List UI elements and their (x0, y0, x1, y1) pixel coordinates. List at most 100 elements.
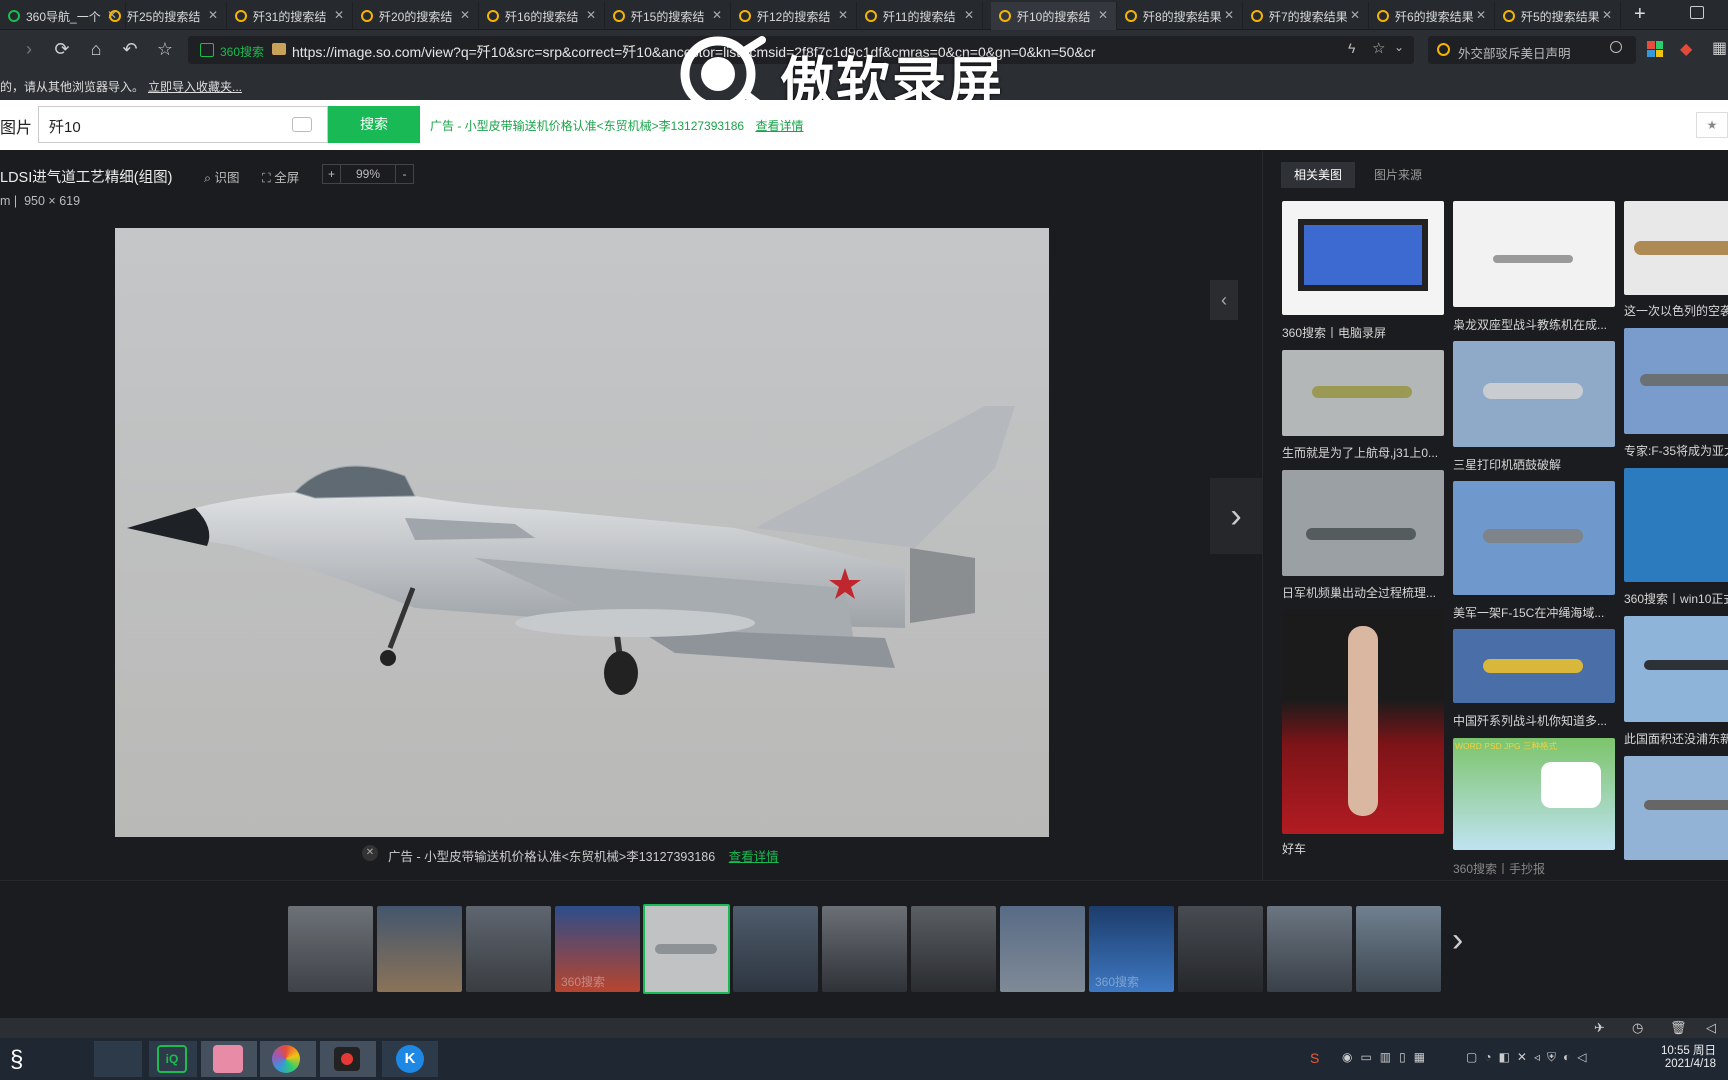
tray-system-icons[interactable]: ▢◔◧✕◃⛨◐◁ (1466, 1050, 1593, 1065)
tab-j5[interactable]: 歼5的搜索结果 ✕ (1495, 2, 1621, 30)
related-caption[interactable]: 三星打印机硒鼓破解 (1453, 456, 1615, 473)
related-caption[interactable]: 此国面积还没浦东新 (1624, 730, 1728, 747)
close-icon[interactable]: ✕ (1350, 8, 1360, 22)
clock[interactable]: 10:55 周日 2021/4/18 (1656, 1042, 1716, 1070)
close-icon[interactable]: ✕ (1098, 8, 1108, 22)
related-thumb[interactable] (1453, 481, 1615, 595)
related-thumb[interactable]: WORD PSD JPG 三种格式 (1453, 738, 1615, 850)
main-image[interactable] (115, 228, 1049, 837)
tab-j11[interactable]: 歼11的搜索结 ✕ (857, 2, 983, 30)
taskbar-app-browser-icon[interactable] (260, 1041, 316, 1077)
filmstrip-thumb[interactable] (1178, 906, 1263, 992)
forward-icon[interactable]: › (18, 38, 40, 60)
related-thumb[interactable] (1453, 629, 1615, 703)
tab-list-icon[interactable] (1690, 6, 1704, 19)
tray-sogou-icon[interactable]: S (1310, 1050, 1319, 1066)
zoom-out-button[interactable]: - (395, 165, 413, 183)
related-thumb[interactable] (1453, 201, 1615, 307)
tab-j10[interactable]: 歼10的搜索结 ✕ (991, 2, 1117, 30)
related-caption[interactable]: 专家:F-35将成为亚太 (1624, 442, 1728, 459)
favorite-icon[interactable]: ☆ (1372, 39, 1385, 57)
related-thumb[interactable] (1624, 616, 1728, 722)
taskbar-app-kugou-icon[interactable]: K (382, 1041, 438, 1077)
fullscreen-button[interactable]: ⛶ 全屏 (262, 167, 299, 186)
related-caption[interactable]: 360搜索丨win10正式 (1624, 590, 1728, 607)
related-thumb[interactable] (1282, 201, 1444, 315)
related-caption[interactable]: 360搜索丨手抄报 (1453, 860, 1615, 877)
filmstrip-thumb[interactable] (822, 906, 907, 992)
filmstrip-thumb[interactable] (377, 906, 462, 992)
tab-j8[interactable]: 歼8的搜索结果 ✕ (1117, 2, 1243, 30)
extensions-icon[interactable]: ▦ (1712, 38, 1727, 58)
related-thumb[interactable] (1624, 328, 1728, 434)
tab-image-source[interactable]: 图片来源 (1361, 162, 1435, 188)
reload-icon[interactable]: ⟳ (51, 38, 73, 60)
next-image-button[interactable]: › (1210, 478, 1262, 554)
taskbar-app-bilibili-icon[interactable] (201, 1041, 257, 1077)
trash-icon[interactable]: 🗑 (1670, 1020, 1687, 1036)
taskbar-app-mascot-icon[interactable] (94, 1041, 142, 1077)
zoom-in-button[interactable]: + (323, 165, 341, 183)
taskbar-app-recorder-icon[interactable] (320, 1041, 376, 1077)
history-icon[interactable]: ◷ (1632, 1020, 1643, 1036)
related-thumb[interactable] (1624, 756, 1728, 860)
filmstrip-thumb[interactable]: 360搜索 (1089, 906, 1174, 992)
game-icon[interactable]: ◆ (1680, 39, 1692, 59)
filmstrip-thumb[interactable] (1267, 906, 1352, 992)
tab-related-images[interactable]: 相关美图 (1281, 162, 1355, 188)
close-icon[interactable]: ✕ (1602, 8, 1612, 22)
ad-details-link[interactable]: 查看详情 (755, 119, 803, 133)
new-tab-button[interactable]: + (1634, 3, 1646, 26)
related-thumb[interactable] (1624, 468, 1728, 582)
undo-icon[interactable]: ↶ (119, 38, 141, 60)
viewer-ad-link[interactable]: 查看详情 (729, 850, 779, 864)
filmstrip-thumb[interactable] (911, 906, 996, 992)
star-icon[interactable]: ☆ (154, 38, 176, 60)
tab-j25[interactable]: 歼25的搜索结 ✕ (101, 2, 227, 30)
related-thumb[interactable] (1282, 610, 1444, 834)
web-search-field[interactable]: 外交部驳斥美日声明 (1428, 36, 1636, 64)
tab-j31[interactable]: 歼31的搜索结 ✕ (227, 2, 353, 30)
filmstrip-next-button[interactable]: › (1452, 921, 1463, 960)
related-caption[interactable]: 美军一架F-15C在冲绳海域... (1453, 604, 1615, 621)
related-caption[interactable]: 枭龙双座型战斗教练机在成... (1453, 316, 1615, 333)
apps-icon[interactable] (1647, 41, 1663, 57)
close-icon[interactable]: ✕ (1224, 8, 1234, 22)
filmstrip-thumb[interactable]: 360搜索 (555, 906, 640, 992)
tab-j16[interactable]: 歼16的搜索结 ✕ (479, 2, 605, 30)
volume-icon[interactable]: ◁ (1706, 1020, 1716, 1036)
filmstrip-thumb-selected[interactable] (643, 904, 730, 994)
close-icon[interactable]: ✕ (712, 8, 722, 22)
related-thumb[interactable] (1282, 470, 1444, 576)
filmstrip-thumb[interactable] (466, 906, 551, 992)
tab-j6[interactable]: 歼6的搜索结果 ✕ (1369, 2, 1495, 30)
collapse-sidebar-button[interactable]: ‹ (1210, 280, 1238, 320)
tab-j20[interactable]: 歼20的搜索结 ✕ (353, 2, 479, 30)
tab-j7[interactable]: 歼7的搜索结果 ✕ (1243, 2, 1369, 30)
close-icon[interactable]: ✕ (1476, 8, 1486, 22)
related-caption[interactable]: 日军机频巢出动全过程梳理... (1282, 584, 1444, 601)
close-icon[interactable]: ✕ (334, 8, 344, 22)
start-icon[interactable]: § (10, 1046, 23, 1074)
speedup-icon[interactable]: ✈ (1594, 1020, 1605, 1036)
related-thumb[interactable] (1282, 350, 1444, 436)
tray-icons[interactable]: ◉▭▥▯▦ (1342, 1050, 1433, 1064)
related-caption[interactable]: 360搜索丨电脑录屏 (1282, 324, 1444, 341)
close-icon[interactable]: ✕ (208, 8, 218, 22)
chevron-down-icon[interactable]: ⌄ (1394, 40, 1404, 54)
close-icon[interactable]: ✕ (838, 8, 848, 22)
tab-j15[interactable]: 歼15的搜索结 ✕ (605, 2, 731, 30)
close-icon[interactable]: ✕ (586, 8, 596, 22)
identify-button[interactable]: ⌕ 识图 (204, 167, 240, 186)
related-thumb[interactable] (1624, 201, 1728, 295)
close-icon[interactable]: ✕ (964, 8, 974, 22)
tab-j12[interactable]: 歼12的搜索结 ✕ (731, 2, 857, 30)
close-icon[interactable]: ✕ (460, 8, 470, 22)
search-icon[interactable] (1610, 41, 1622, 53)
filmstrip-thumb[interactable] (1000, 906, 1085, 992)
filmstrip-thumb[interactable] (733, 906, 818, 992)
filmstrip-thumb[interactable] (1356, 906, 1441, 992)
pin-icon[interactable]: ★ (1696, 112, 1728, 138)
import-bookmarks-link[interactable]: 立即导入收藏夹... (148, 78, 242, 95)
related-caption[interactable]: 生而就是为了上航母,j31上0... (1282, 444, 1444, 461)
